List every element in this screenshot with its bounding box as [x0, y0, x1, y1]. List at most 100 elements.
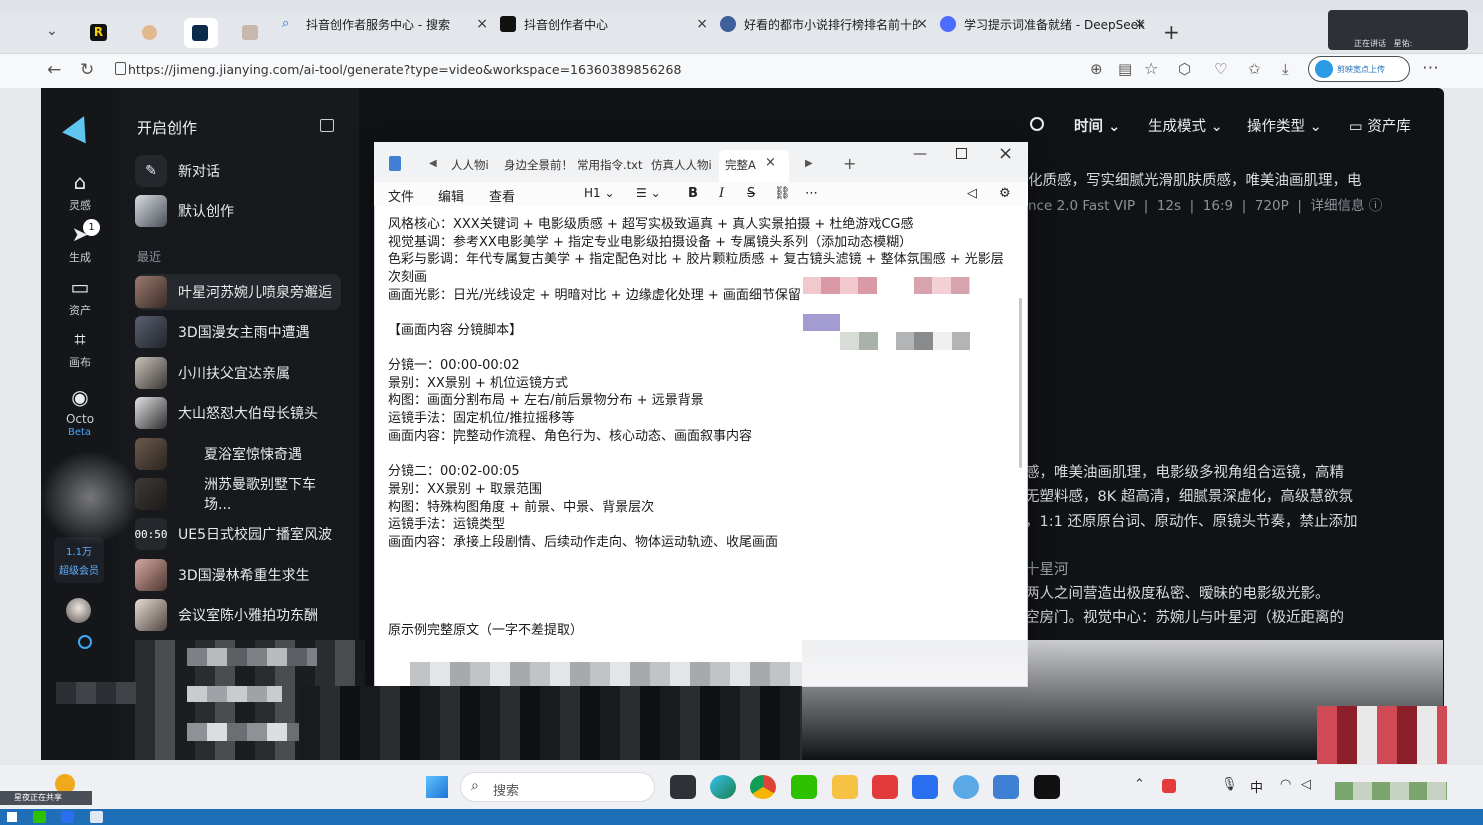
- feishu-icon[interactable]: [912, 775, 938, 799]
- screen-share-widget[interactable]: 正在讲话 星佑:: [1328, 10, 1468, 50]
- notepad-tab[interactable]: 人人物i: [451, 157, 489, 173]
- assets-library-button[interactable]: ▭ 资产库: [1349, 115, 1411, 136]
- url-input[interactable]: https://jimeng.jianying.com/ai-tool/gene…: [108, 57, 1120, 83]
- wifi-icon[interactable]: ◠: [1280, 777, 1291, 792]
- search-icon[interactable]: [1030, 117, 1044, 131]
- close-icon[interactable]: ×: [916, 16, 928, 32]
- ime-indicator[interactable]: 中: [1250, 777, 1263, 796]
- rail-generate[interactable]: ➤ 生成: [41, 222, 119, 265]
- op-type-filter[interactable]: 操作类型 ⌄: [1247, 115, 1322, 136]
- link-icon[interactable]: ⛓: [774, 186, 791, 201]
- list-item[interactable]: 洲苏曼歌别墅下车场...: [135, 476, 341, 513]
- rail-inspiration[interactable]: ⌂ 灵感: [41, 170, 119, 213]
- notepad-tab[interactable]: 仿真人人物i: [651, 157, 712, 173]
- notepad-taskbar-icon[interactable]: [993, 775, 1019, 799]
- browser-essentials-icon[interactable]: ♡: [1214, 60, 1227, 78]
- favorite-icon[interactable]: ☆: [1144, 59, 1158, 78]
- close-icon[interactable]: ×: [476, 16, 488, 32]
- menu-view[interactable]: 查看: [489, 186, 515, 205]
- back-icon[interactable]: ←: [47, 60, 61, 80]
- close-icon[interactable]: ×: [696, 16, 708, 32]
- close-icon[interactable]: ×: [765, 155, 776, 170]
- tab-scroll-left-icon[interactable]: ◀: [429, 158, 437, 169]
- extensions-icon[interactable]: ⬡: [1178, 60, 1191, 78]
- menu-edit[interactable]: 编辑: [438, 186, 464, 205]
- list-item[interactable]: 大山怒怼大伯母长镜头: [135, 395, 341, 431]
- zoom-icon[interactable]: ⊕: [1090, 60, 1103, 78]
- wps-icon[interactable]: [872, 775, 898, 799]
- host-feishu-icon[interactable]: [61, 811, 74, 823]
- close-window-button[interactable]: ×: [998, 143, 1013, 164]
- taskbar-search-box[interactable]: ⌕ 搜索: [460, 772, 655, 802]
- collapse-sidebar-icon[interactable]: [320, 119, 334, 132]
- reader-icon[interactable]: ▤: [1118, 60, 1132, 78]
- upload-extension-button[interactable]: 剪映宽点上传: [1308, 56, 1410, 82]
- bold-icon[interactable]: B: [688, 186, 698, 201]
- list-item[interactable]: 00:50 UE5日式校园广播室风波: [134, 516, 341, 552]
- more-icon[interactable]: ⋯: [805, 186, 818, 201]
- tab-deepseek[interactable]: 学习提示词准备就绪 - DeepSeek ×: [940, 9, 1150, 39]
- downloads-icon[interactable]: ⤓: [1282, 60, 1289, 78]
- user-avatar[interactable]: [66, 598, 91, 623]
- copilot-icon[interactable]: ◁: [967, 186, 977, 201]
- capcut-icon[interactable]: [1034, 775, 1060, 799]
- list-item[interactable]: 3D国漫林希重生求生: [135, 557, 341, 593]
- tab-douyin-search[interactable]: ⌕ 抖音创作者服务中心 - 搜索 ×: [282, 9, 492, 39]
- wps-tray-icon[interactable]: [1162, 779, 1176, 793]
- more-menu-icon[interactable]: ⋯: [1422, 58, 1439, 78]
- tray-chevron-icon[interactable]: ⌃: [1134, 777, 1145, 792]
- heading-dropdown[interactable]: H1 ⌄: [584, 186, 615, 200]
- rail-octo[interactable]: ◉ Octo: [41, 385, 119, 426]
- volume-icon[interactable]: ◁: [1301, 777, 1311, 792]
- maximize-button[interactable]: [956, 148, 967, 159]
- new-chat-button[interactable]: ✎ 新对话: [135, 153, 341, 189]
- detail-info-link[interactable]: 详细信息: [1310, 198, 1364, 214]
- text-line: 画面内容：完整动作流程、角色行为、核心动态、画面叙事内容: [388, 429, 753, 444]
- support-icon[interactable]: [78, 635, 92, 649]
- notepad-tab[interactable]: 身边全景前！: [504, 157, 573, 173]
- tab-scroll-right-icon[interactable]: ▶: [805, 158, 813, 169]
- strikethrough-icon[interactable]: S: [747, 186, 755, 201]
- pinned-tab-image[interactable]: [242, 25, 258, 40]
- tab-list-dropdown-icon[interactable]: ⌄: [46, 23, 58, 39]
- list-item[interactable]: 3D国漫女主雨中遭遇: [135, 314, 341, 350]
- settings-icon[interactable]: ⚙: [999, 186, 1011, 201]
- host-wechat-icon[interactable]: [33, 811, 46, 823]
- default-create-button[interactable]: 默认创作: [135, 193, 341, 229]
- chrome-icon[interactable]: [750, 775, 776, 799]
- time-filter[interactable]: 时间 ⌄: [1074, 115, 1120, 136]
- edge-icon[interactable]: [710, 775, 736, 799]
- notepad-scrollbar[interactable]: [1019, 298, 1022, 468]
- text-line: 次刻画: [388, 270, 428, 285]
- task-view-icon[interactable]: [670, 775, 696, 799]
- reload-icon[interactable]: ↻: [80, 60, 94, 80]
- list-item[interactable]: 小川扶父宜达亲属: [135, 355, 341, 391]
- pinned-tab-r[interactable]: R: [90, 24, 107, 41]
- pinned-tab-avatar[interactable]: [142, 25, 157, 40]
- new-tab-button[interactable]: +: [1163, 20, 1180, 44]
- close-icon[interactable]: ×: [1134, 16, 1146, 32]
- list-item[interactable]: 叶星河苏婉儿喷泉旁邂逅: [135, 274, 341, 310]
- upload-app-icon[interactable]: [953, 775, 979, 799]
- new-tab-icon[interactable]: +: [843, 154, 856, 173]
- list-item[interactable]: 会议室陈小雅拍功东酬: [135, 597, 341, 633]
- minimize-button[interactable]: —: [913, 146, 927, 162]
- file-explorer-icon[interactable]: [832, 775, 858, 799]
- italic-icon[interactable]: I: [719, 186, 724, 201]
- rail-assets[interactable]: ▭ 资产: [41, 275, 119, 318]
- rail-canvas[interactable]: ⌗ 画布: [41, 327, 119, 370]
- notepad-tab[interactable]: 常用指令.txt: [577, 157, 642, 173]
- gen-mode-filter[interactable]: 生成模式 ⌄: [1148, 115, 1223, 136]
- wechat-icon[interactable]: [791, 775, 817, 799]
- tab-novel-ranking[interactable]: 好看的都市小说排行榜排名前十的 ×: [720, 9, 932, 39]
- host-start-icon[interactable]: [7, 812, 17, 822]
- list-item[interactable]: 夏浴室惊悚奇遇: [135, 436, 341, 472]
- list-dropdown-icon[interactable]: ☰ ⌄: [636, 186, 661, 200]
- text-line: 画面光影：日光/光线设定 + 明暗对比 + 边缘虚化处理 + 画面细节保留: [388, 288, 801, 303]
- mic-icon[interactable]: 🎙: [1221, 777, 1238, 792]
- host-app-icon[interactable]: [90, 811, 103, 823]
- tab-douyin-creator[interactable]: 抖音创作者中心 ×: [500, 9, 712, 39]
- menu-file[interactable]: 文件: [388, 186, 414, 205]
- collections-icon[interactable]: ✩: [1248, 60, 1261, 78]
- start-button[interactable]: [426, 776, 448, 798]
